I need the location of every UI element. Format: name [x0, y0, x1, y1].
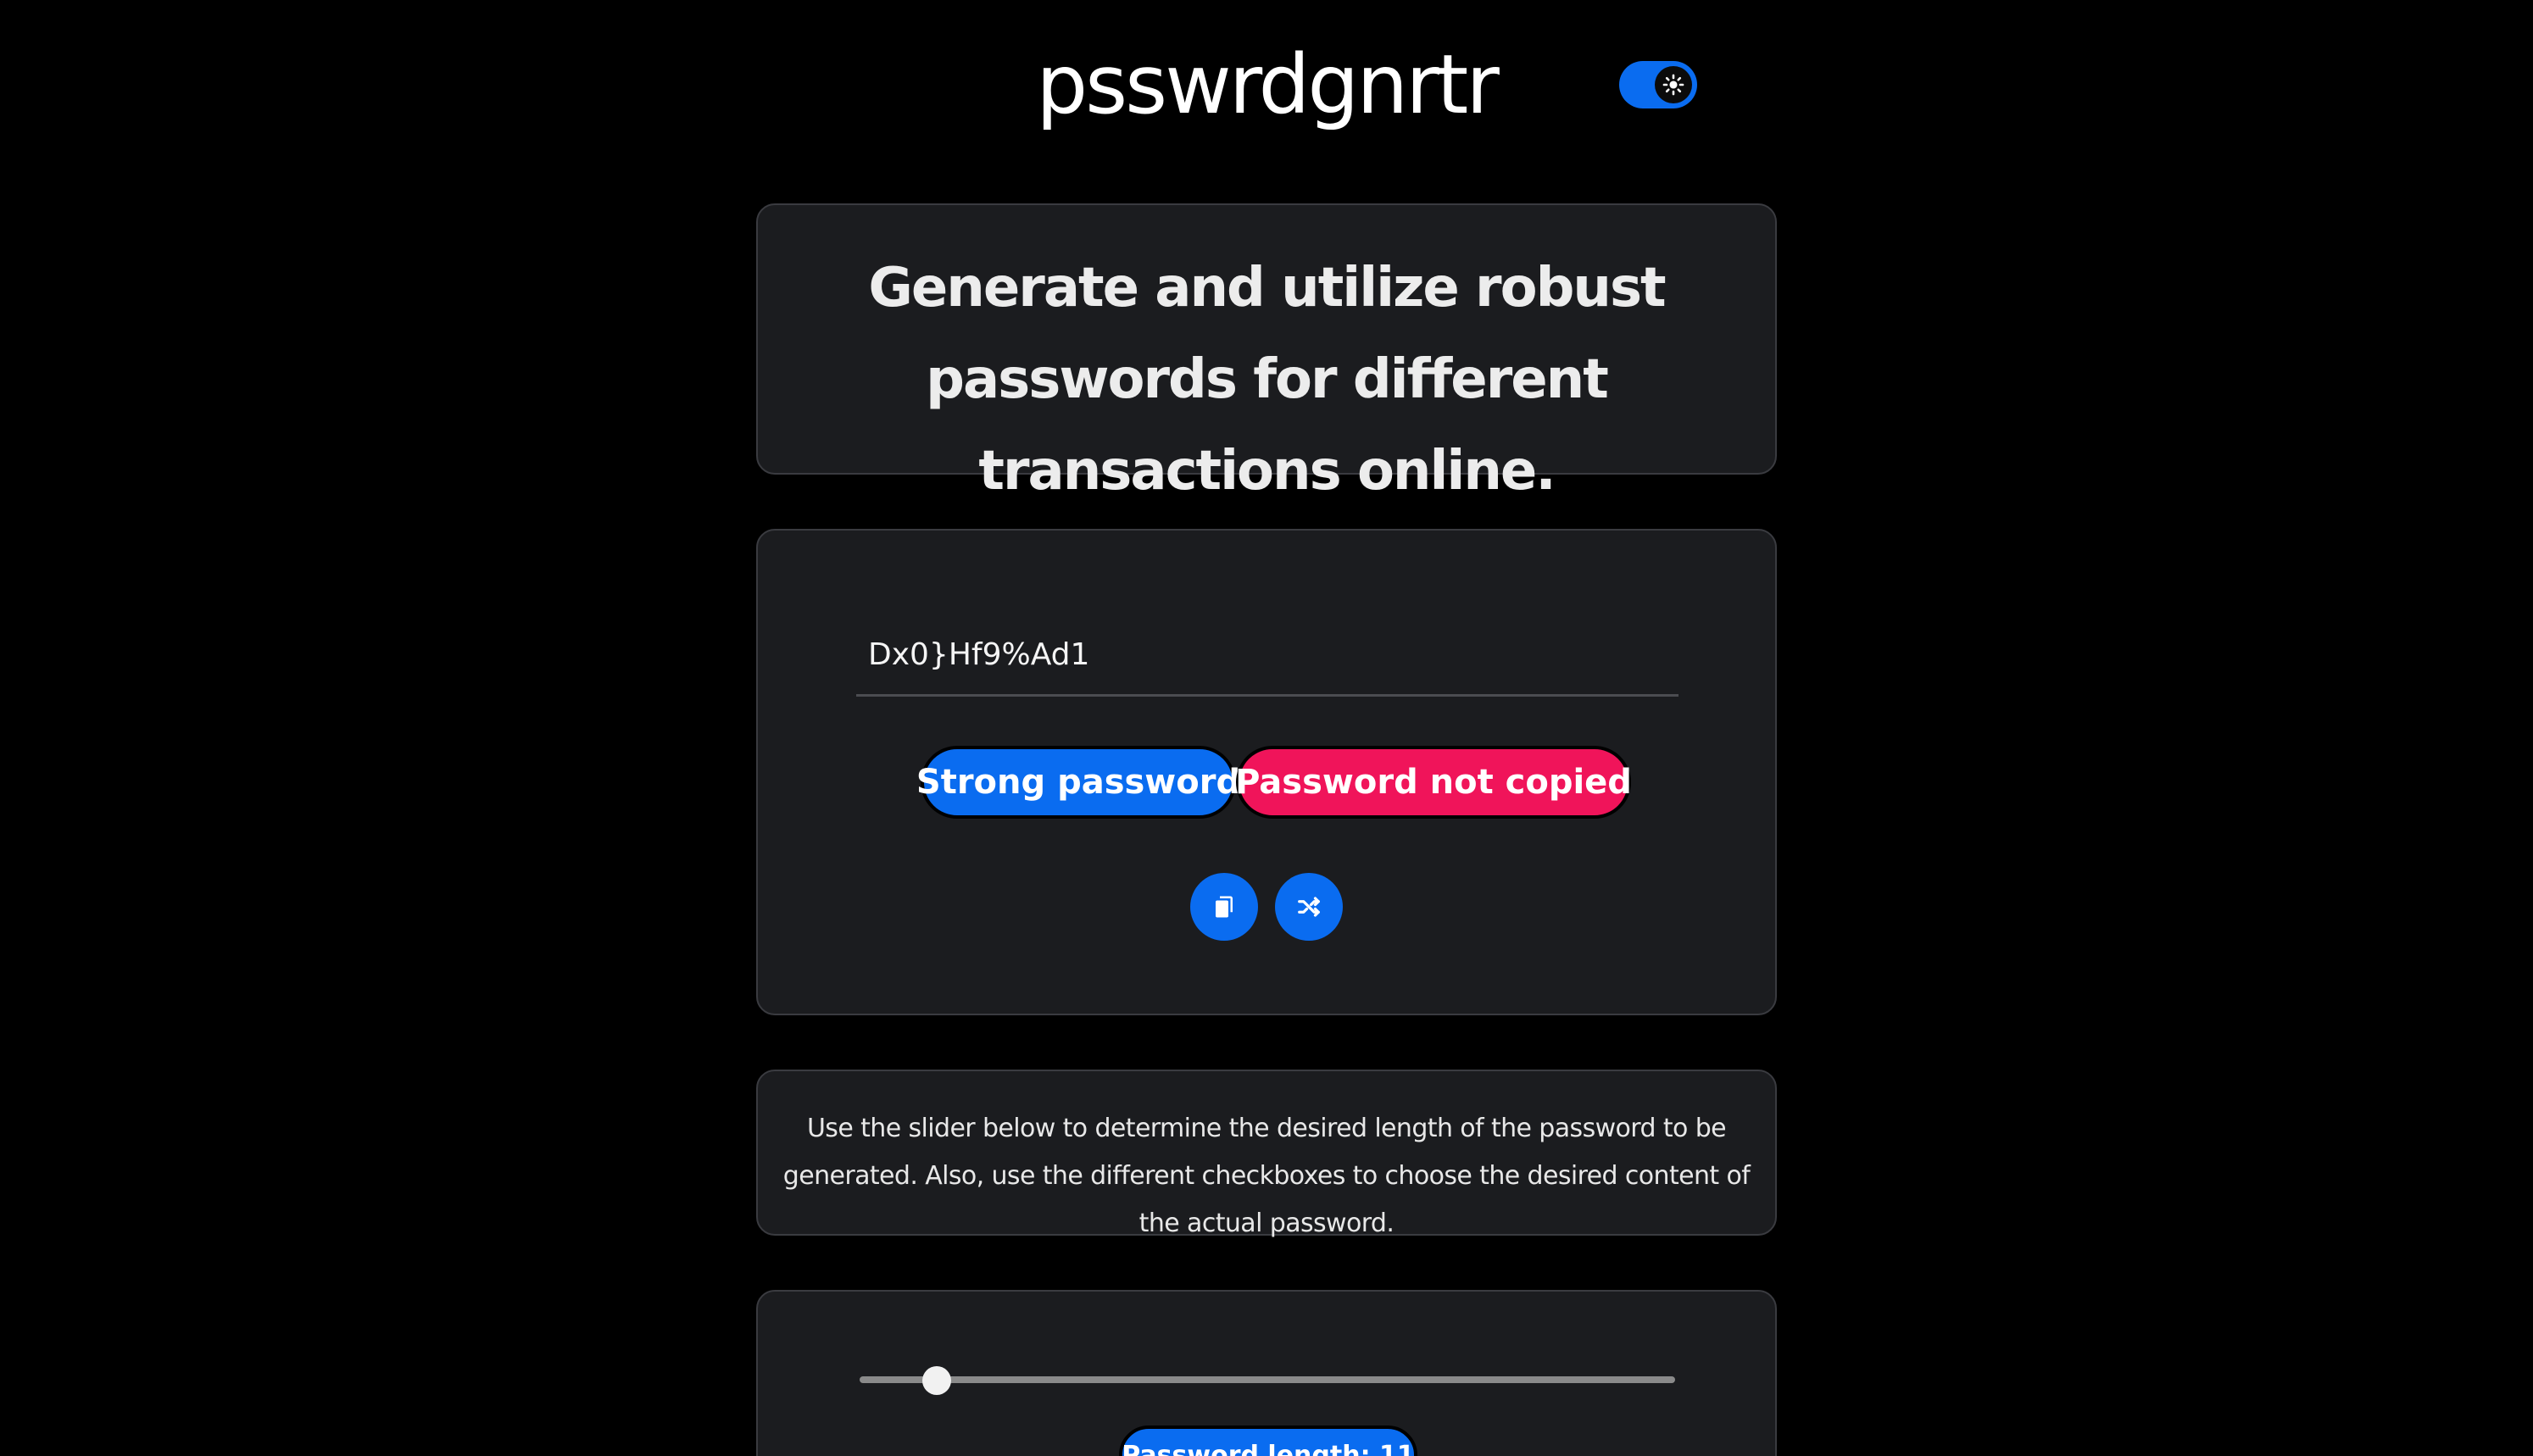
strength-badge: Strong password [916, 746, 1240, 819]
settings-card: Password length: 11 [756, 1290, 1777, 1456]
sun-icon [1662, 74, 1684, 96]
length-slider-track[interactable] [860, 1376, 1675, 1383]
app-title: psswrdgnrtr [1036, 37, 1500, 132]
length-slider-thumb[interactable] [922, 1366, 951, 1395]
copy-status-badge: Password not copied [1235, 746, 1632, 819]
shuffle-icon [1298, 897, 1320, 917]
theme-toggle[interactable] [1619, 61, 1697, 108]
shuffle-button[interactable] [1275, 873, 1343, 941]
info-text: Use the slider below to determine the de… [782, 1114, 1751, 1238]
password-field[interactable] [856, 615, 1678, 697]
hero-text: Generate and utilize robust passwords fo… [868, 257, 1666, 503]
hero-card: Generate and utilize robust passwords fo… [756, 203, 1777, 503]
password-length-badge: Password length: 11 [1119, 1425, 1417, 1456]
toggle-knob [1655, 66, 1692, 103]
copy-button[interactable] [1190, 873, 1258, 941]
generator-card: Strong password Password not copied [756, 529, 1777, 1015]
copy-icon [1216, 896, 1233, 918]
page: psswrdgnrtr Generate and utilize robust … [0, 0, 2533, 1456]
info-card: Use the slider below to determine the de… [756, 1070, 1777, 1238]
